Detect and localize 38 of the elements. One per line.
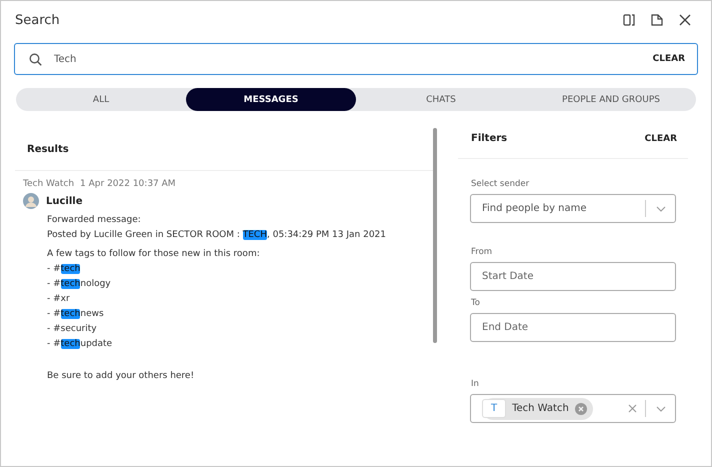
- tab[interactable]: PEOPLE AND GROUPS: [526, 88, 696, 111]
- chevron-down-icon: [656, 206, 666, 212]
- window-title: Search: [15, 12, 60, 28]
- tab[interactable]: MESSAGES: [186, 88, 356, 111]
- message-line: - #security: [47, 323, 98, 336]
- room-chip-label: Tech Watch: [512, 403, 569, 414]
- results-heading: Results: [27, 144, 69, 155]
- room-chip[interactable]: T Tech Watch: [482, 398, 593, 420]
- end-date-field[interactable]: End Date: [470, 313, 676, 342]
- message-time: 1 Apr 2022 10:37 AM: [80, 179, 176, 189]
- room-initial: T: [482, 399, 506, 418]
- sender-select[interactable]: Find people by name: [470, 194, 676, 223]
- field-label: Select sender: [471, 179, 530, 189]
- pop-out-icon[interactable]: [651, 14, 663, 26]
- tab[interactable]: ALL: [16, 88, 186, 111]
- room-name: Tech Watch: [23, 179, 74, 189]
- message-line: Forwarded message:: [47, 214, 142, 227]
- sender-name: Lucille: [46, 196, 82, 206]
- clear-filters-button[interactable]: CLEAR: [644, 134, 677, 144]
- chevron-down-icon: [656, 406, 666, 412]
- scrollbar[interactable]: [433, 128, 437, 343]
- search-field[interactable]: Tech CLEAR: [14, 43, 698, 75]
- split-view-icon[interactable]: [623, 14, 635, 26]
- avatar-icon: [23, 193, 39, 209]
- message-line: - #xr: [47, 293, 71, 306]
- field-label: From: [471, 247, 494, 257]
- message-line: Be sure to add your others here!: [47, 370, 196, 383]
- clear-button[interactable]: CLEAR: [652, 54, 685, 64]
- clear-icon[interactable]: [628, 404, 637, 413]
- close-icon[interactable]: [679, 14, 691, 26]
- tab[interactable]: CHATS: [356, 88, 526, 111]
- message-line: A few tags to follow for those new in this room:: [47, 248, 261, 261]
- field-label: To: [471, 298, 481, 308]
- filters-heading: Filters: [471, 133, 508, 144]
- start-date-field[interactable]: Start Date: [470, 262, 676, 291]
- room-select[interactable]: T Tech Watch: [470, 394, 676, 423]
- search-icon: [29, 52, 42, 66]
- field-label: In: [471, 379, 480, 389]
